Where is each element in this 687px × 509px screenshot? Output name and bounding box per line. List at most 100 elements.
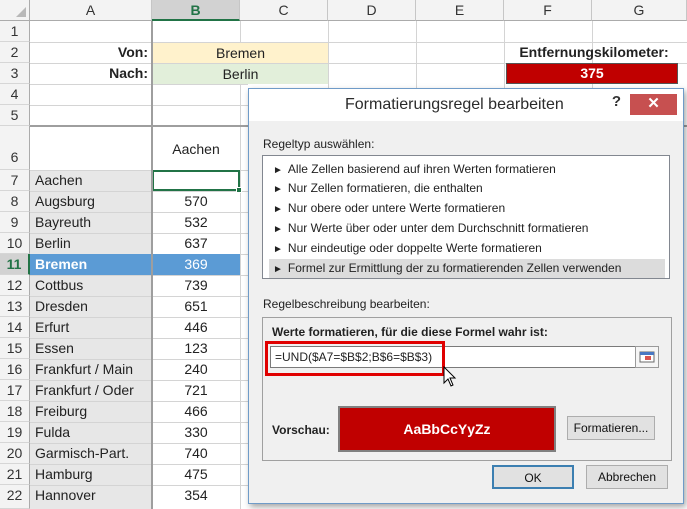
- von-input-cell[interactable]: Bremen: [153, 43, 328, 63]
- row-header-10[interactable]: 10: [0, 233, 30, 254]
- rule-description-label: Regelbeschreibung bearbeiten:: [263, 297, 430, 311]
- fill-handle[interactable]: [236, 187, 242, 193]
- rule-type-item[interactable]: ► Nur eindeutige oder doppelte Werte form…: [269, 239, 665, 258]
- distance-cell[interactable]: 466: [152, 401, 240, 422]
- distance-cell[interactable]: 240: [152, 359, 240, 380]
- column-header-a[interactable]: A: [30, 0, 152, 21]
- row-header-13[interactable]: 13: [0, 296, 30, 317]
- distance-cell[interactable]: 475: [152, 464, 240, 485]
- column-header-d[interactable]: D: [328, 0, 416, 21]
- distance-cell[interactable]: 354: [152, 485, 240, 506]
- distance-cell[interactable]: 740: [152, 443, 240, 464]
- close-button[interactable]: ✕: [630, 94, 677, 115]
- gridline: [30, 105, 248, 106]
- row-header-17[interactable]: 17: [0, 380, 30, 401]
- city-name: Hamburg: [35, 466, 93, 482]
- row-header-15[interactable]: 15: [0, 338, 30, 359]
- distance-cell[interactable]: 330: [152, 422, 240, 443]
- city-name: Garmisch-Part.: [35, 445, 130, 461]
- city-name: Augsburg: [35, 193, 95, 209]
- rule-type-item[interactable]: ► Nur obere oder untere Werte formatieren: [269, 199, 665, 218]
- distance-cell[interactable]: 651: [152, 296, 240, 317]
- row-header-9[interactable]: 9: [0, 212, 30, 233]
- gridline: [30, 84, 248, 85]
- row-header-12[interactable]: 12: [0, 275, 30, 296]
- mouse-cursor-icon: [443, 366, 457, 387]
- distance-value: 375: [506, 63, 678, 84]
- column-header-e[interactable]: E: [416, 0, 504, 21]
- rule-type-item-label: Nur eindeutige oder doppelte Werte forma…: [287, 241, 542, 255]
- distance-cell[interactable]: 721: [152, 380, 240, 401]
- distance-cell[interactable]: 123: [152, 338, 240, 359]
- collapse-dialog-button[interactable]: [635, 346, 659, 368]
- row-header-1[interactable]: 1: [0, 21, 30, 42]
- gridline: [240, 21, 241, 509]
- city-name: Berlin: [35, 235, 71, 251]
- ok-button[interactable]: OK: [492, 465, 574, 489]
- row-header-8[interactable]: 8: [0, 191, 30, 212]
- distance-cell[interactable]: 369: [152, 254, 240, 275]
- rule-type-item[interactable]: ► Alle Zellen basierend auf ihren Werten …: [269, 160, 665, 179]
- row-header-11[interactable]: 11: [0, 254, 30, 275]
- von-label: Von:: [117, 44, 148, 60]
- format-button[interactable]: Formatieren...: [567, 416, 655, 440]
- row-header-21[interactable]: 21: [0, 464, 30, 485]
- select-all-corner[interactable]: [0, 0, 30, 21]
- column-header-b[interactable]: B: [152, 0, 240, 21]
- row-header-6[interactable]: 6: [0, 126, 30, 170]
- column-header-c[interactable]: C: [240, 0, 328, 21]
- nach-input-cell[interactable]: Berlin: [153, 64, 328, 84]
- distance-label: Entfernungskilometer:: [519, 44, 669, 60]
- row-header-5[interactable]: 5: [0, 105, 30, 126]
- row-header-20[interactable]: 20: [0, 443, 30, 464]
- rule-type-item-label: Nur Werte über oder unter dem Durchschni…: [287, 221, 589, 235]
- column-header-g[interactable]: G: [592, 0, 687, 21]
- rule-arrow-icon: ►: [273, 244, 283, 255]
- row-header-16[interactable]: 16: [0, 359, 30, 380]
- active-cell-b7[interactable]: [152, 170, 240, 191]
- freeze-pane-vertical: [151, 21, 153, 509]
- column-header-f[interactable]: F: [504, 0, 592, 21]
- distance-cell[interactable]: 446: [152, 317, 240, 338]
- rule-type-item-selected[interactable]: ► Formel zur Ermittlung der zu formatiere…: [269, 259, 665, 278]
- rule-arrow-icon: ►: [273, 165, 283, 176]
- rule-arrow-icon: ►: [273, 264, 283, 275]
- nach-label: Nach:: [109, 65, 148, 81]
- row-header-3[interactable]: 3: [0, 63, 30, 84]
- edit-format-rule-dialog: Formatierungsregel bearbeiten ? ✕ Regelt…: [248, 88, 684, 504]
- city-name: Bayreuth: [35, 214, 92, 230]
- format-preview: AaBbCcYyZz: [338, 406, 556, 452]
- city-name: Cottbus: [35, 277, 84, 293]
- row-header-4[interactable]: 4: [0, 84, 30, 105]
- help-button[interactable]: ?: [612, 93, 621, 110]
- city-name: Dresden: [35, 298, 88, 314]
- city-name: Hannover: [35, 487, 96, 503]
- gridline: [328, 21, 329, 89]
- rule-type-item-label: Nur obere oder untere Werte formatieren: [287, 201, 506, 215]
- row-header-14[interactable]: 14: [0, 317, 30, 338]
- row-header-2[interactable]: 2: [0, 42, 30, 63]
- city-name: Erfurt: [35, 319, 70, 335]
- city-name: Frankfurt / Oder: [35, 382, 134, 398]
- rule-type-item-label: Formel zur Ermittlung der zu formatieren…: [287, 261, 622, 275]
- distance-cell[interactable]: 637: [152, 233, 240, 254]
- distance-cell[interactable]: 570: [152, 191, 240, 212]
- distance-cell[interactable]: 532: [152, 212, 240, 233]
- rule-type-item-label: Nur Zellen formatieren, die enthalten: [287, 181, 483, 195]
- distance-cell[interactable]: 739: [152, 275, 240, 296]
- rule-type-list[interactable]: ► Alle Zellen basierend auf ihren Werten …: [262, 155, 670, 279]
- city-name: Aachen: [35, 172, 83, 188]
- rule-type-item[interactable]: ► Nur Zellen formatieren, die enthalten: [269, 179, 665, 198]
- rule-type-label: Regeltyp auswählen:: [263, 137, 375, 151]
- row-header-18[interactable]: 18: [0, 401, 30, 422]
- formula-label: Werte formatieren, für die diese Formel …: [272, 325, 548, 339]
- row-header-7[interactable]: 7: [0, 170, 30, 191]
- row-header-22[interactable]: 22: [0, 485, 30, 509]
- rule-type-item[interactable]: ► Nur Werte über oder unter dem Durchschn…: [269, 219, 665, 238]
- city-name: Essen: [35, 340, 74, 356]
- preview-label: Vorschau:: [272, 423, 330, 437]
- cancel-button[interactable]: Abbrechen: [586, 465, 668, 489]
- rule-arrow-icon: ►: [273, 224, 283, 235]
- row-header-19[interactable]: 19: [0, 422, 30, 443]
- column-header-city: Aachen: [172, 141, 220, 157]
